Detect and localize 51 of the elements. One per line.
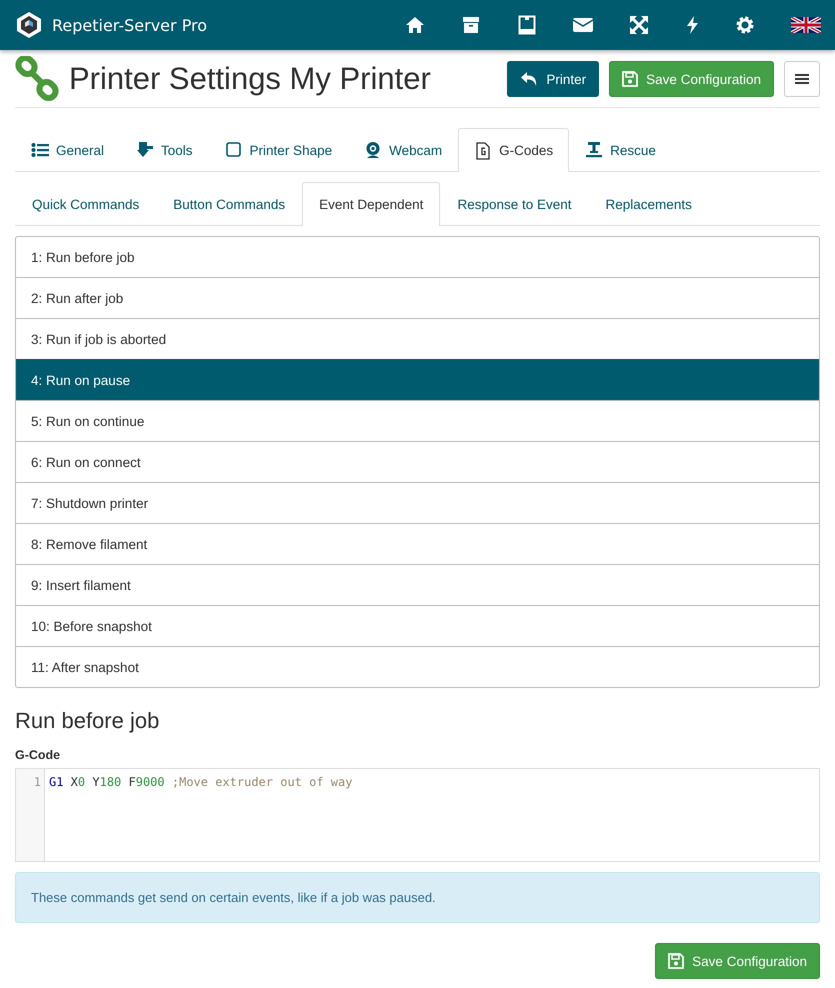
- link-icon: [15, 56, 61, 102]
- event-item[interactable]: 5: Run on continue: [16, 400, 819, 441]
- settings-tab[interactable]: General: [15, 128, 120, 171]
- reply-icon: [520, 71, 538, 87]
- menu-icon: [795, 73, 809, 85]
- save-icon: [668, 953, 684, 969]
- flag-icon[interactable]: [791, 17, 821, 33]
- settings-tab[interactable]: Tools: [120, 128, 209, 171]
- event-item[interactable]: 6: Run on connect: [16, 441, 819, 482]
- file-icon: [474, 142, 492, 160]
- expand-icon[interactable]: [629, 15, 649, 35]
- event-item[interactable]: 7: Shutdown printer: [16, 482, 819, 523]
- printer-button[interactable]: Printer: [507, 61, 600, 97]
- menu-button[interactable]: [784, 61, 820, 97]
- bolt-icon[interactable]: [685, 15, 699, 35]
- field-label: G-Code: [15, 748, 62, 762]
- logo-icon: [16, 11, 42, 39]
- code-editor[interactable]: 1 G1 X0 Y180 F9000 ;Move extruder out of way: [15, 768, 820, 862]
- event-item[interactable]: 1: Run before job: [16, 237, 819, 277]
- list-icon: [31, 141, 49, 159]
- event-item[interactable]: 9: Insert filament: [16, 564, 819, 605]
- mail-icon[interactable]: [573, 15, 593, 35]
- archive-icon[interactable]: [461, 15, 481, 35]
- section-title: Run before job: [15, 708, 160, 734]
- webcam-icon: [364, 141, 382, 159]
- tablet-icon[interactable]: [517, 15, 537, 35]
- event-item[interactable]: 2: Run after job: [16, 277, 819, 318]
- page-title: Printer Settings My Printer: [69, 61, 432, 97]
- code-line: G1 X0 Y180 F9000 ;Move extruder out of way: [48, 774, 352, 789]
- event-item[interactable]: 8: Remove filament: [16, 523, 819, 564]
- rescue-icon: [585, 141, 604, 159]
- event-item[interactable]: 10: Before snapshot: [16, 605, 819, 646]
- extruder-icon: [136, 141, 154, 159]
- gcode-tab[interactable]: Replacements: [588, 182, 709, 225]
- square-icon: [224, 141, 243, 159]
- settings-icon[interactable]: [735, 15, 755, 35]
- brand-name[interactable]: Repetier-Server Pro: [52, 16, 208, 34]
- gcode-tab[interactable]: Quick Commands: [15, 182, 156, 225]
- gcode-tab[interactable]: Button Commands: [156, 182, 302, 225]
- gcode-tab[interactable]: Response to Event: [440, 182, 589, 225]
- settings-tab[interactable]: G-Codes: [458, 128, 570, 172]
- settings-tab[interactable]: Rescue: [569, 128, 672, 171]
- settings-tab[interactable]: Webcam: [348, 128, 458, 171]
- event-item[interactable]: 4: Run on pause: [16, 359, 819, 400]
- line-number: 1: [32, 775, 41, 789]
- save-icon: [622, 71, 638, 87]
- home-icon[interactable]: [405, 15, 425, 35]
- event-item[interactable]: 11: After snapshot: [16, 646, 819, 687]
- info-alert: These commands get send on certain events, like if a job was paused.: [15, 872, 820, 923]
- gcode-tab[interactable]: Event Dependent: [302, 182, 440, 226]
- settings-tab[interactable]: Printer Shape: [208, 128, 348, 171]
